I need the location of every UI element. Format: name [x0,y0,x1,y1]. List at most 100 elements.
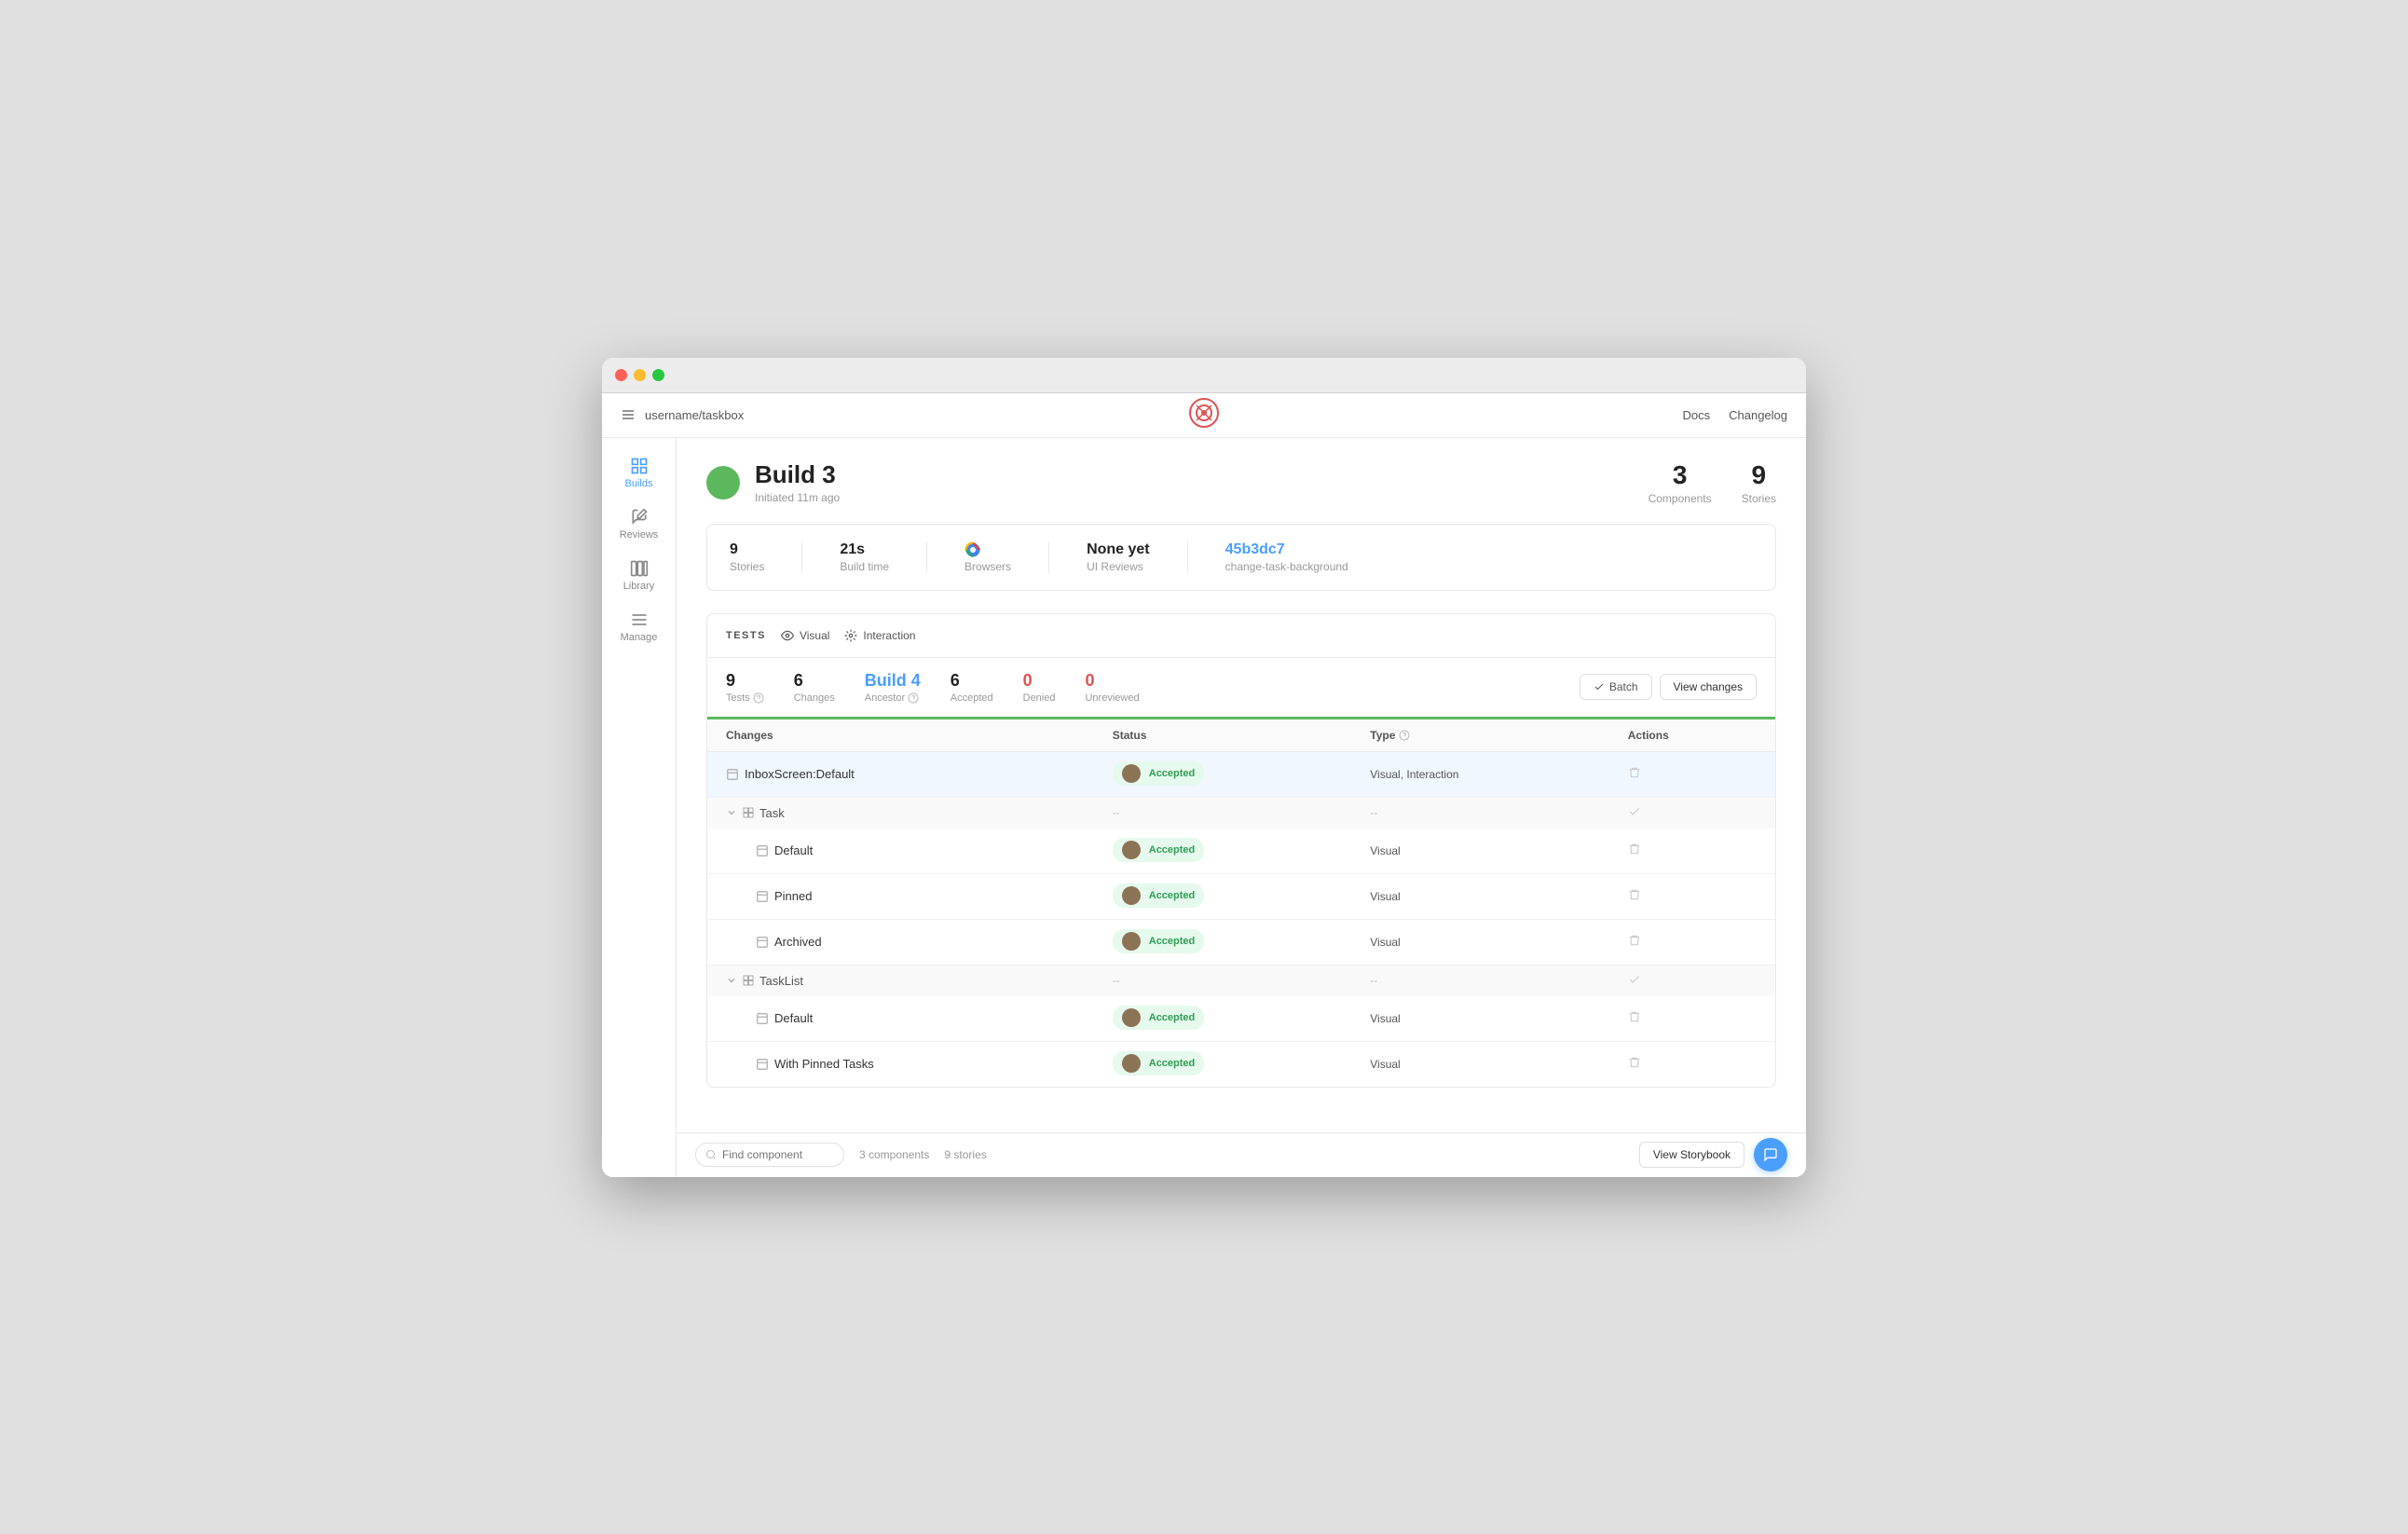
sidebar-item-label: Library [623,581,655,592]
change-name: With Pinned Tasks [726,1057,1113,1071]
action-cell[interactable] [1628,888,1757,904]
denied-count: 0 [1023,671,1056,691]
sidebar-item-builds[interactable]: Builds [602,447,676,499]
group-type: -- [1370,974,1628,987]
check-icon [1594,681,1605,692]
components-count: 3 [1649,460,1712,490]
filter-interaction[interactable]: Interaction [844,629,915,642]
status-badge: Accepted [1113,838,1205,862]
chat-fab-button[interactable] [1754,1138,1787,1171]
build-status-indicator [706,466,740,500]
status-cell: Accepted [1113,929,1371,955]
changes-stat: 6 Changes [794,671,835,704]
stories-count: 9 [1742,460,1776,490]
docs-link[interactable]: Docs [1682,408,1710,422]
build-title: Build 3 [755,460,840,489]
chevron-down-icon [726,975,737,986]
table-row: InboxScreen:Default Accepted Visual, Int… [707,752,1775,798]
commit-branch: change-task-background [1225,560,1348,573]
unreviewed-label: Unreviewed [1085,692,1139,704]
fullscreen-button[interactable] [652,369,664,381]
action-icon [1628,888,1641,901]
minimize-button[interactable] [634,369,646,381]
footer-actions: View Storybook [1639,1138,1787,1171]
action-icon [1628,973,1641,986]
components-stat: 3 Components [1649,460,1712,505]
status-badge: Accepted [1113,929,1205,953]
changelog-link[interactable]: Changelog [1729,408,1787,422]
sidebar-item-manage[interactable]: Manage [602,601,676,652]
story-icon [756,936,769,949]
build-subtitle: Initiated 11m ago [755,491,840,504]
action-icon [1628,842,1641,856]
app-logo [1189,398,1219,432]
accepted-count: 6 [951,671,993,691]
ancestor-stat: Build 4 Ancestor [865,671,921,704]
build-time-label: Build time [840,560,889,573]
status-badge: Accepted [1113,1051,1205,1075]
story-icon [756,1012,769,1025]
unreviewed-count: 0 [1085,671,1139,691]
menu-icon[interactable] [621,407,636,422]
filter-visual[interactable]: Visual [781,629,829,642]
info-divider-4 [1187,541,1188,573]
story-icon [756,890,769,903]
action-cell[interactable] [1628,1010,1757,1026]
tests-section: TESTS Visual [706,613,1776,1088]
info-card: 9 Stories 21s Build time [706,524,1776,591]
commit-hash-link[interactable]: 45b3dc7 [1225,541,1285,557]
build-stats: 3 Components 9 Stories [1649,460,1776,505]
ancestor-label: Ancestor [865,692,921,704]
sidebar-item-reviews[interactable]: Reviews [602,499,676,550]
ui-reviews-label: UI Reviews [1087,560,1150,573]
main-content: Build 3 Initiated 11m ago 3 Components 9… [677,438,1806,1177]
close-button[interactable] [615,369,627,381]
table-row: Default Accepted Visual [707,829,1775,874]
status-badge: Accepted [1113,883,1205,908]
info-divider-1 [801,541,802,573]
build-time-value: 21s [840,541,889,558]
interaction-icon [844,629,857,642]
type-cell: Visual [1370,1012,1628,1025]
find-component-input[interactable] [695,1143,844,1167]
type-cell: Visual [1370,890,1628,903]
action-cell[interactable] [1628,842,1757,858]
table-header: Changes Status Type [707,719,1775,752]
col-status: Status [1113,729,1371,742]
table-row-group: TaskList -- -- [707,966,1775,996]
group-name[interactable]: Task [726,806,1113,820]
action-cell[interactable] [1628,766,1757,782]
tests-label: Tests [726,692,764,704]
action-cell[interactable] [1628,934,1757,950]
group-status: -- [1113,974,1371,987]
col-actions: Actions [1628,729,1757,742]
stories-value: 9 [730,541,764,558]
change-name: Archived [726,935,1113,949]
breadcrumb: username/taskbox [645,408,744,422]
view-changes-button[interactable]: View changes [1660,674,1758,700]
group-name[interactable]: TaskList [726,974,1113,988]
info-divider-3 [1048,541,1049,573]
accepted-stat: 6 Accepted [951,671,993,704]
table-row: With Pinned Tasks Accepted Visual [707,1042,1775,1087]
build-header: Build 3 Initiated 11m ago 3 Components 9… [706,460,1776,505]
topnav-breadcrumb-area[interactable]: username/taskbox [621,407,744,422]
footer-stories-count: 9 stories [944,1148,986,1161]
batch-button[interactable]: Batch [1580,674,1652,700]
ancestor-value[interactable]: Build 4 [865,671,921,691]
group-status: -- [1113,806,1371,819]
action-cell[interactable] [1628,1056,1757,1072]
tests-header: TESTS Visual [707,614,1775,658]
stories-stat: 9 Stories [1742,460,1776,505]
action-icon [1628,805,1641,818]
view-storybook-button[interactable]: View Storybook [1639,1142,1744,1168]
type-cell: Visual [1370,844,1628,857]
status-cell: Accepted [1113,761,1371,788]
sidebar-item-library[interactable]: Library [602,550,676,601]
action-icon [1628,934,1641,947]
change-name: InboxScreen:Default [726,767,1113,781]
group-type: -- [1370,806,1628,819]
col-type: Type [1370,729,1628,742]
table-row: Pinned Accepted Visual [707,874,1775,920]
footer-components-count: 3 components [859,1148,929,1161]
